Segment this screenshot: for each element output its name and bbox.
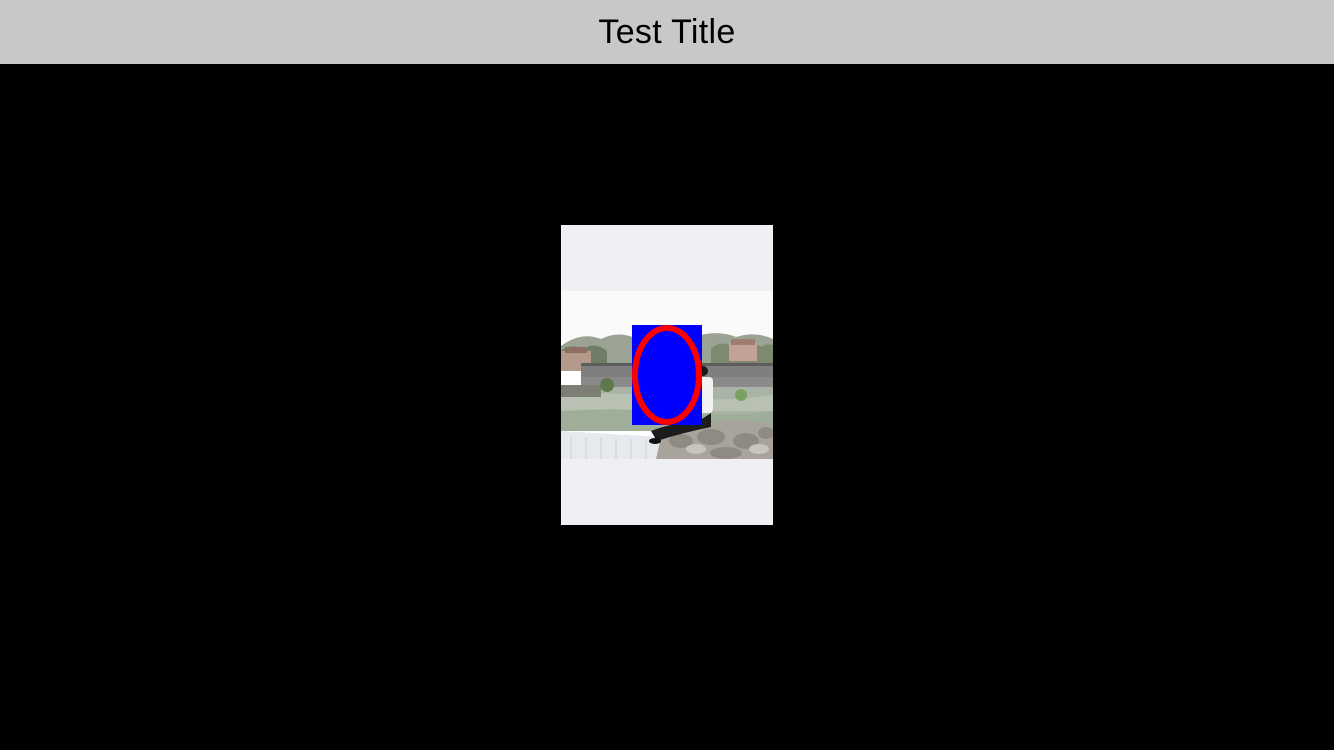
main-content bbox=[0, 64, 1334, 750]
overlay-ellipse-marker bbox=[632, 325, 702, 425]
image-preview-card bbox=[561, 225, 773, 525]
navigation-bar: Test Title bbox=[0, 0, 1334, 64]
page-title: Test Title bbox=[598, 12, 736, 51]
